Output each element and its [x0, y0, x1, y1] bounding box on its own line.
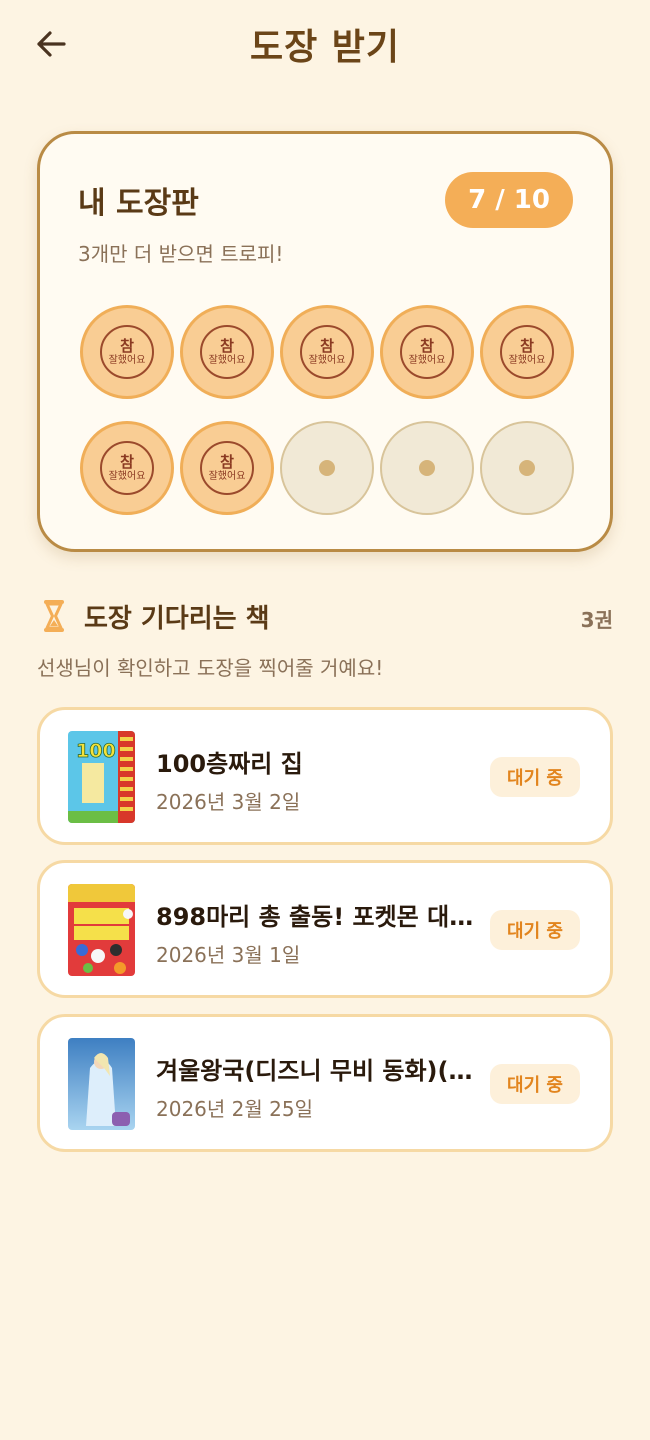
stamp-empty	[280, 421, 374, 515]
stamp-text-bottom: 잘했어요	[108, 354, 146, 366]
empty-slot-dot	[319, 460, 335, 476]
stamp-progress-badge: 7 / 10	[445, 172, 573, 228]
stamp-board-subtitle: 3개만 더 받으면 트로피!	[78, 242, 284, 266]
stamp-filled: 참 잘했어요	[380, 305, 474, 399]
stamp-text-top: 참	[420, 337, 434, 356]
stamp-mark: 참 잘했어요	[100, 325, 154, 379]
stamp-filled: 참 잘했어요	[180, 421, 274, 515]
stamp-mark: 참 잘했어요	[400, 325, 454, 379]
waiting-section-header: 도장 기다리는 책 3권	[40, 596, 615, 636]
book-list-item[interactable]: 겨울왕국(디즈니 무비 동화)(양장본 HardCover) 2026년 2월 …	[37, 1014, 613, 1152]
waiting-section-title: 도장 기다리는 책	[84, 604, 270, 634]
empty-slot-dot	[519, 460, 535, 476]
stamp-text-bottom: 잘했어요	[108, 470, 146, 482]
book-list-item[interactable]: 100 100층짜리 집 2026년 3월 2일 대기 중	[37, 707, 613, 845]
stamp-filled: 참 잘했어요	[480, 305, 574, 399]
book-title: 898마리 총 출동! 포켓몬 대도감	[156, 903, 482, 931]
empty-slot-dot	[419, 460, 435, 476]
stamp-filled: 참 잘했어요	[80, 421, 174, 515]
stamp-mark: 참 잘했어요	[200, 441, 254, 495]
status-pending-badge: 대기 중	[490, 757, 580, 797]
book-date: 2026년 3월 1일	[156, 943, 301, 967]
stamp-empty	[480, 421, 574, 515]
stamp-text-top: 참	[120, 337, 134, 356]
stamp-filled: 참 잘했어요	[180, 305, 274, 399]
stamp-text-top: 참	[220, 337, 234, 356]
stamp-text-top: 참	[220, 453, 234, 472]
stamp-text-bottom: 잘했어요	[308, 354, 346, 366]
stamp-text-top: 참	[320, 337, 334, 356]
book-date: 2026년 3월 2일	[156, 790, 301, 814]
stamp-mark: 참 잘했어요	[100, 441, 154, 495]
stamp-board-card: 내 도장판 7 / 10 3개만 더 받으면 트로피! 참 잘했어요 참 잘했어요 참 잘…	[37, 131, 613, 552]
book-cover-pokemon	[68, 884, 135, 976]
stamp-mark: 참 잘했어요	[200, 325, 254, 379]
stamp-empty	[380, 421, 474, 515]
book-title: 겨울왕국(디즈니 무비 동화)(양장본 HardCover)	[156, 1057, 482, 1085]
stamp-board-title: 내 도장판	[78, 186, 199, 221]
stamp-text-bottom: 잘했어요	[208, 354, 246, 366]
stamp-text-bottom: 잘했어요	[208, 470, 246, 482]
book-title: 100층짜리 집	[156, 750, 303, 778]
svg-text:100: 100	[76, 740, 116, 762]
stamp-filled: 참 잘했어요	[280, 305, 374, 399]
stamp-filled: 참 잘했어요	[80, 305, 174, 399]
waiting-description: 선생님이 확인하고 도장을 찍어줄 거예요!	[37, 656, 384, 680]
stamp-text-top: 참	[520, 337, 534, 356]
status-pending-badge: 대기 중	[490, 910, 580, 950]
status-pending-badge: 대기 중	[490, 1064, 580, 1104]
page-title: 도장 받기	[249, 27, 400, 68]
stamp-text-top: 참	[120, 453, 134, 472]
waiting-count: 3권	[580, 608, 613, 632]
stamp-grid: 참 잘했어요 참 잘했어요 참 잘했어요 참 잘했어요 참 잘했어요 참 잘했어요 참 잘했어요	[80, 305, 574, 515]
book-cover-frozen	[68, 1038, 135, 1130]
stamp-text-bottom: 잘했어요	[508, 354, 546, 366]
hourglass-icon	[44, 600, 64, 632]
book-cover-100-floor-house: 100	[68, 731, 135, 823]
stamp-text-bottom: 잘했어요	[408, 354, 446, 366]
book-date: 2026년 2월 25일	[156, 1097, 313, 1121]
stamp-mark: 참 잘했어요	[300, 325, 354, 379]
book-list-item[interactable]: 898마리 총 출동! 포켓몬 대도감 2026년 3월 1일 대기 중	[37, 860, 613, 998]
app-header: 도장 받기	[0, 0, 650, 90]
stamp-mark: 참 잘했어요	[500, 325, 554, 379]
